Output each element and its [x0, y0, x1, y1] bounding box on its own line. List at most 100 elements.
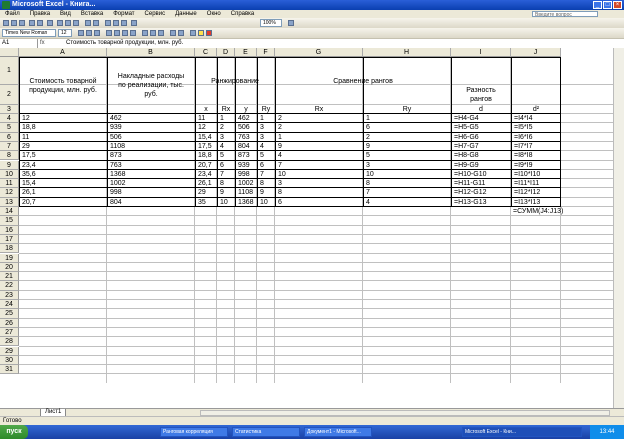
cell-a6[interactable]: 11 [22, 133, 29, 142]
cell-e9[interactable]: 939 [238, 161, 250, 170]
sort-asc-icon[interactable] [113, 20, 119, 26]
cell-g7[interactable]: 9 [278, 142, 282, 151]
taskbar-item-excel[interactable]: Microsoft Excel - Кни... [462, 427, 582, 437]
comma-icon[interactable] [158, 30, 164, 36]
cell-h12[interactable]: 7 [366, 188, 370, 197]
cell-a7[interactable]: 29 [22, 142, 30, 151]
cell-b6[interactable]: 506 [110, 133, 122, 142]
cell-i7[interactable]: =H7-G7 [454, 142, 479, 151]
cell-b11[interactable]: 1002 [110, 179, 126, 188]
cell-d7[interactable]: 4 [220, 142, 224, 151]
row-header-31[interactable]: 31 [0, 365, 19, 375]
cell-i11[interactable]: =H11-G11 [454, 179, 485, 188]
minimize-button[interactable]: _ [593, 1, 602, 9]
cell-j4[interactable]: =I4*I4 [514, 114, 533, 123]
column-header-c[interactable]: C [195, 48, 217, 57]
cell-j7[interactable]: =I7*I7 [514, 142, 533, 151]
font-size-select[interactable]: 12 [58, 29, 72, 37]
cell-f10[interactable]: 7 [260, 170, 264, 179]
cell-i9[interactable]: =H9-G9 [454, 161, 479, 170]
row-header-8[interactable]: 8 [0, 151, 19, 161]
cell-b9[interactable]: 763 [110, 161, 122, 170]
cell-f7[interactable]: 4 [260, 142, 264, 151]
cell-j12[interactable]: =I12*I12 [514, 188, 540, 197]
cell-i5[interactable]: =H5-G5 [454, 123, 479, 132]
cell-f8[interactable]: 5 [260, 151, 264, 160]
fx-icon[interactable]: fx [40, 39, 64, 48]
column-header-a[interactable]: A [19, 48, 107, 57]
cell-d4[interactable]: 1 [220, 114, 224, 123]
chart-wizard-icon[interactable] [131, 20, 137, 26]
cell-f11[interactable]: 8 [260, 179, 264, 188]
cell-a10[interactable]: 35,6 [22, 170, 36, 179]
row-header-16[interactable]: 16 [0, 225, 19, 235]
align-left-icon[interactable] [106, 30, 112, 36]
cell-b4[interactable]: 462 [110, 114, 122, 123]
cell-d8[interactable]: 5 [220, 151, 224, 160]
column-header-f[interactable]: F [257, 48, 275, 57]
cell-b7[interactable]: 1108 [110, 142, 125, 151]
menu-format[interactable]: Формат [108, 11, 139, 17]
row-header-13[interactable]: 13 [0, 197, 19, 207]
cell-b12[interactable]: 998 [110, 188, 122, 197]
cell-i4[interactable]: =H4-G4 [454, 114, 479, 123]
formula-input[interactable]: Стоимость товарной продукции, млн. руб. [66, 39, 183, 48]
cell-a11[interactable]: 15,4 [22, 179, 36, 188]
cell-c6[interactable]: 15,4 [198, 133, 212, 142]
cell-d11[interactable]: 8 [220, 179, 224, 188]
row-header-25[interactable]: 25 [0, 309, 19, 319]
help-search-input[interactable]: Введите вопрос [532, 11, 598, 18]
cell-h10[interactable]: 10 [366, 170, 374, 179]
cell-b10[interactable]: 1368 [110, 170, 126, 179]
cell-a13[interactable]: 20,7 [22, 198, 36, 207]
cell-h9[interactable]: 3 [366, 161, 370, 170]
row-header-4[interactable]: 4 [0, 114, 19, 124]
menu-window[interactable]: Окно [202, 11, 226, 17]
menu-data[interactable]: Данные [170, 11, 202, 17]
cell-j10[interactable]: =I10*I10 [514, 170, 540, 179]
row-header-19[interactable]: 19 [0, 253, 19, 263]
cell-h6[interactable]: 2 [366, 133, 370, 142]
cell-a12[interactable]: 26,1 [22, 188, 36, 197]
cell-a8[interactable]: 17,5 [22, 151, 36, 160]
row-header-27[interactable]: 27 [0, 327, 19, 338]
cell-h13[interactable]: 4 [366, 198, 370, 207]
cell-a4[interactable]: 12 [22, 114, 30, 123]
row-header-23[interactable]: 23 [0, 290, 19, 300]
row-header-28[interactable]: 28 [0, 337, 19, 347]
menu-file[interactable]: Файл [0, 11, 25, 17]
paste-icon[interactable] [73, 20, 79, 26]
menu-tools[interactable]: Сервис [140, 11, 171, 17]
cell-j13[interactable]: =I13*I13 [514, 198, 540, 207]
row-header-15[interactable]: 15 [0, 216, 19, 226]
cell-f6[interactable]: 3 [260, 133, 264, 142]
help-icon[interactable] [288, 20, 294, 26]
save-icon[interactable] [19, 20, 25, 26]
row-header-3[interactable]: 3 [0, 105, 19, 114]
column-header-j[interactable]: J [511, 48, 561, 57]
increase-indent-icon[interactable] [170, 30, 176, 36]
column-header-h[interactable]: H [363, 48, 451, 57]
cell-e4[interactable]: 462 [238, 114, 250, 123]
row-header-5[interactable]: 5 [0, 123, 19, 133]
cell-d10[interactable]: 7 [220, 170, 224, 179]
row-header-20[interactable]: 20 [0, 262, 19, 273]
cell-j8[interactable]: =I8*I8 [514, 151, 533, 160]
row-header-17[interactable]: 17 [0, 234, 19, 245]
cell-g13[interactable]: 6 [278, 198, 282, 207]
start-button[interactable]: пуск [0, 425, 28, 439]
cell-d12[interactable]: 9 [220, 188, 224, 197]
select-all-corner[interactable] [0, 48, 19, 57]
cell-c9[interactable]: 20,7 [198, 161, 212, 170]
bold-icon[interactable] [78, 30, 84, 36]
cell-c10[interactable]: 23,4 [198, 170, 212, 179]
cell-g5[interactable]: 2 [278, 123, 282, 132]
cell-d13[interactable]: 10 [220, 198, 228, 207]
align-center-icon[interactable] [114, 30, 120, 36]
cell-g8[interactable]: 4 [278, 151, 282, 160]
row-header-2[interactable]: 2 [0, 85, 19, 105]
print-icon[interactable] [29, 20, 35, 26]
cell-e12[interactable]: 1108 [238, 188, 253, 197]
cell-a9[interactable]: 23,4 [22, 161, 36, 170]
maximize-button[interactable]: □ [603, 1, 612, 9]
